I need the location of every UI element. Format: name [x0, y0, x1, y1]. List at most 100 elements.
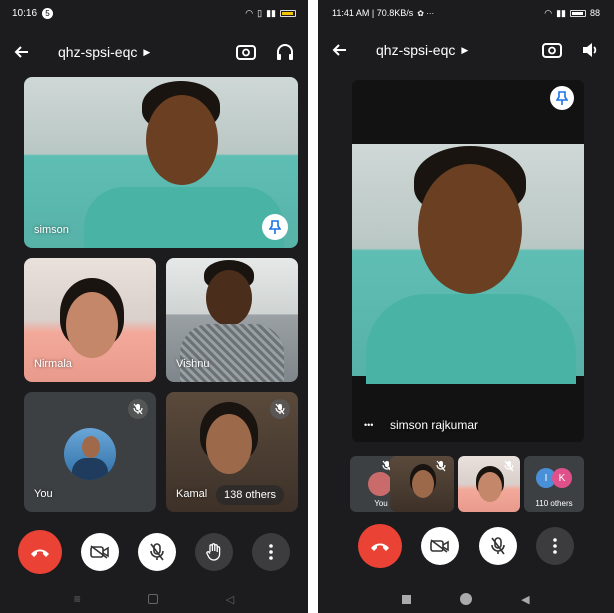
meeting-code: qhz-spsi-eqc	[376, 42, 456, 58]
camera-off-icon	[89, 545, 109, 559]
status-icons: ◠ ▮▮ 88	[544, 8, 600, 19]
notification-badge: 5	[42, 7, 54, 19]
participant-face	[146, 95, 218, 185]
others-count-pill[interactable]: 138 others	[216, 485, 284, 505]
end-call-icon	[30, 549, 49, 557]
video-tile-participant[interactable]: Nirmala	[24, 258, 156, 382]
status-icons: ◠ ▯ ▮▮	[245, 8, 296, 19]
pin-icon[interactable]	[262, 214, 288, 240]
participant-name: Nirmala	[34, 358, 72, 370]
back-nav-icon[interactable]: ◁	[226, 593, 234, 606]
thumb-others[interactable]: I K 110 others	[524, 456, 584, 512]
app-bar-actions	[236, 43, 294, 61]
status-bar: 11:41 AM | 70.8KB/s ✿ ··· ◠ ▮▮ 88	[318, 0, 614, 26]
mic-off-icon	[490, 537, 505, 555]
app-bar: qhz-spsi-eqc ▶	[0, 32, 308, 72]
wifi-icon: ◠	[544, 7, 553, 18]
end-call-button[interactable]	[357, 524, 402, 568]
mic-off-icon	[128, 399, 148, 419]
back-arrow-icon[interactable]	[14, 44, 30, 60]
mic-off-icon	[502, 459, 516, 473]
switch-camera-icon[interactable]	[236, 43, 256, 61]
system-nav-bar: ≡ ◁	[0, 585, 308, 613]
participant-name: simson	[34, 224, 69, 236]
app-bar: qhz-spsi-eqc ▶	[318, 30, 614, 70]
thumb-participant[interactable]	[458, 456, 520, 512]
video-tile-main[interactable]: ••• simson rajkumar	[352, 80, 584, 442]
call-controls	[0, 530, 308, 574]
camera-off-icon	[430, 539, 450, 553]
participant-face	[66, 292, 118, 358]
battery-percent: 88	[589, 8, 600, 18]
clock: 11:41 AM | 70.8KB/s	[332, 8, 414, 18]
participant-face	[412, 470, 434, 498]
right-phone-screen: 11:41 AM | 70.8KB/s ✿ ··· ◠ ▮▮ 88 qhz-sp…	[318, 0, 614, 613]
mic-off-icon	[434, 459, 448, 473]
more-vert-icon	[269, 544, 274, 560]
more-options-button[interactable]	[252, 533, 291, 571]
call-controls	[318, 524, 614, 568]
participant-face	[206, 414, 252, 474]
end-call-button[interactable]	[17, 530, 62, 574]
participant-face	[418, 164, 522, 294]
video-feed	[352, 144, 584, 384]
camera-toggle-button[interactable]	[80, 533, 119, 571]
headphones-icon[interactable]	[276, 43, 294, 61]
participant-body	[366, 294, 576, 384]
participant-name: Vishnu	[176, 358, 210, 370]
signal-icon: ▮▮	[556, 7, 566, 18]
chevron-right-icon: ▶	[461, 44, 469, 55]
video-tile-main[interactable]: simson	[24, 77, 298, 248]
meeting-title[interactable]: qhz-spsi-eqc ▶	[58, 44, 150, 60]
battery-icon	[280, 9, 296, 17]
system-nav-bar: ◀	[318, 585, 614, 613]
participant-face	[206, 270, 252, 326]
others-count: 110 others	[535, 499, 573, 508]
switch-camera-icon[interactable]	[542, 41, 562, 59]
more-options-icon[interactable]: •••	[364, 420, 373, 430]
raise-hand-button[interactable]	[195, 533, 234, 571]
chevron-right-icon: ▶	[143, 46, 151, 57]
video-tile-participant[interactable]: Vishnu	[166, 258, 298, 382]
signal-icon: ▮▮	[266, 7, 276, 18]
thumb-participant[interactable]	[390, 456, 454, 512]
participant-name: Kamal	[176, 488, 208, 500]
participant-body	[84, 187, 284, 248]
avatar	[64, 428, 116, 480]
mic-toggle-button[interactable]	[137, 533, 176, 571]
avatar-k: K	[552, 468, 572, 488]
mic-off-icon	[270, 399, 290, 419]
back-nav-icon[interactable]: ◀	[521, 593, 529, 606]
participant-name: simson rajkumar	[390, 418, 479, 432]
battery-icon	[569, 9, 586, 17]
home-icon[interactable]	[148, 594, 159, 604]
pin-icon[interactable]	[550, 86, 574, 110]
camera-toggle-button[interactable]	[421, 527, 460, 565]
back-arrow-icon[interactable]	[332, 42, 348, 58]
more-vert-icon	[553, 538, 558, 554]
meeting-code: qhz-spsi-eqc	[58, 44, 138, 60]
participant-name: You	[34, 488, 53, 500]
speaker-icon[interactable]	[582, 42, 600, 58]
avatar	[368, 472, 392, 496]
more-options-button[interactable]	[536, 527, 575, 565]
mic-off-icon	[150, 543, 164, 561]
notification-icons: ✿ ···	[417, 8, 435, 18]
mic-toggle-button[interactable]	[478, 527, 517, 565]
vibrate-icon: ▯	[257, 7, 263, 18]
end-call-icon	[370, 543, 389, 551]
home-icon[interactable]	[460, 593, 473, 605]
video-tile-participant[interactable]: Kamal 138 others	[166, 392, 298, 512]
app-bar-actions	[542, 41, 600, 59]
meeting-title[interactable]: qhz-spsi-eqc ▶	[376, 42, 468, 58]
video-tile-self[interactable]: You	[24, 392, 156, 512]
left-phone-screen: 10:16 5 ◠ ▯ ▮▮ qhz-spsi-eqc ▶ simson Nir…	[0, 0, 308, 613]
recents-icon[interactable]: ≡	[74, 592, 81, 606]
participant-face	[478, 472, 502, 502]
clock: 10:16	[12, 7, 38, 19]
headset-status-icon: ◠	[245, 7, 254, 18]
raise-hand-icon	[206, 543, 221, 561]
status-bar: 10:16 5 ◠ ▯ ▮▮	[0, 0, 308, 26]
participant-body	[180, 324, 284, 382]
recents-icon[interactable]	[402, 594, 412, 604]
